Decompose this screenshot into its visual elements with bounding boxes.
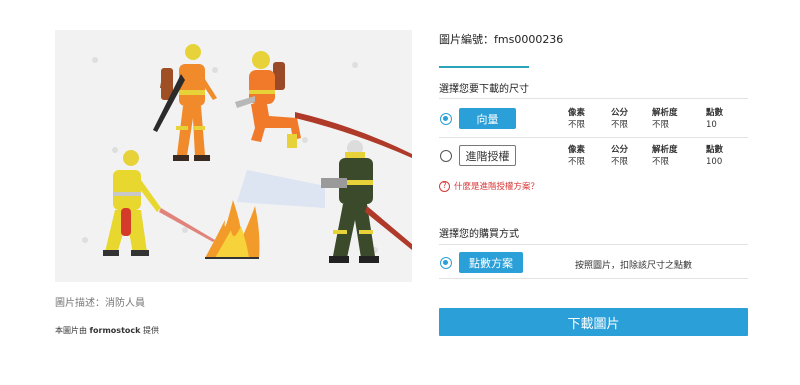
- spec-cm: 公分 不限: [611, 145, 629, 167]
- image-id: 圖片編號：fms0000236: [439, 33, 564, 46]
- credit-brand: formostock: [89, 326, 141, 335]
- divider: [439, 244, 748, 245]
- spec-pixels: 像素 不限: [568, 108, 586, 130]
- divider: [439, 98, 748, 99]
- spec-resolution: 解析度 不限: [652, 108, 678, 130]
- spec-points: 點數 10: [706, 108, 724, 130]
- size-section-title: 選擇您要下載的尺寸: [439, 84, 529, 95]
- help-link-text[interactable]: 什麼是進階授權方案？: [454, 180, 539, 192]
- download-button[interactable]: 下載圖片: [439, 308, 748, 336]
- purchase-panel: 圖片編號：fms0000236 選擇您要下載的尺寸 向量 像素 不限 公分 不限…: [439, 0, 748, 385]
- radio-advanced[interactable]: [440, 150, 452, 162]
- spec-points: 點數 100: [706, 145, 724, 167]
- credit-suffix: 提供: [143, 326, 159, 335]
- advanced-license-help-link[interactable]: ? 什麼是進階授權方案？: [439, 180, 539, 192]
- firefighters-illustration: [55, 30, 412, 282]
- divider: [439, 278, 748, 279]
- radio-points-plan[interactable]: [440, 257, 452, 269]
- spec-pixels: 像素 不限: [568, 145, 586, 167]
- size-option-advanced[interactable]: 進階授權 像素 不限 公分 不限 解析度 不限 點數 100: [439, 139, 748, 175]
- purchase-section-title: 選擇您的購買方式: [439, 229, 519, 240]
- spec-cm: 公分 不限: [611, 108, 629, 130]
- size-option-vector[interactable]: 向量 像素 不限 公分 不限 解析度 不限 點數 10: [439, 101, 748, 137]
- radio-vector[interactable]: [440, 113, 452, 125]
- purchase-note: 按照圖片，扣除該尺寸之點數: [575, 261, 693, 271]
- vector-button[interactable]: 向量: [459, 108, 516, 129]
- spec-resolution: 解析度 不限: [652, 145, 678, 167]
- question-icon: ?: [439, 180, 450, 192]
- divider: [439, 137, 748, 138]
- image-credit: 本圖片由 formostock 提供: [55, 325, 159, 336]
- image-description: 圖片描述：消防人員: [55, 298, 145, 309]
- divider-accent: [439, 66, 529, 68]
- credit-prefix: 本圖片由: [55, 326, 87, 335]
- advanced-license-button[interactable]: 進階授權: [459, 145, 516, 166]
- points-plan-button[interactable]: 點數方案: [459, 252, 523, 273]
- stock-image: [55, 30, 412, 282]
